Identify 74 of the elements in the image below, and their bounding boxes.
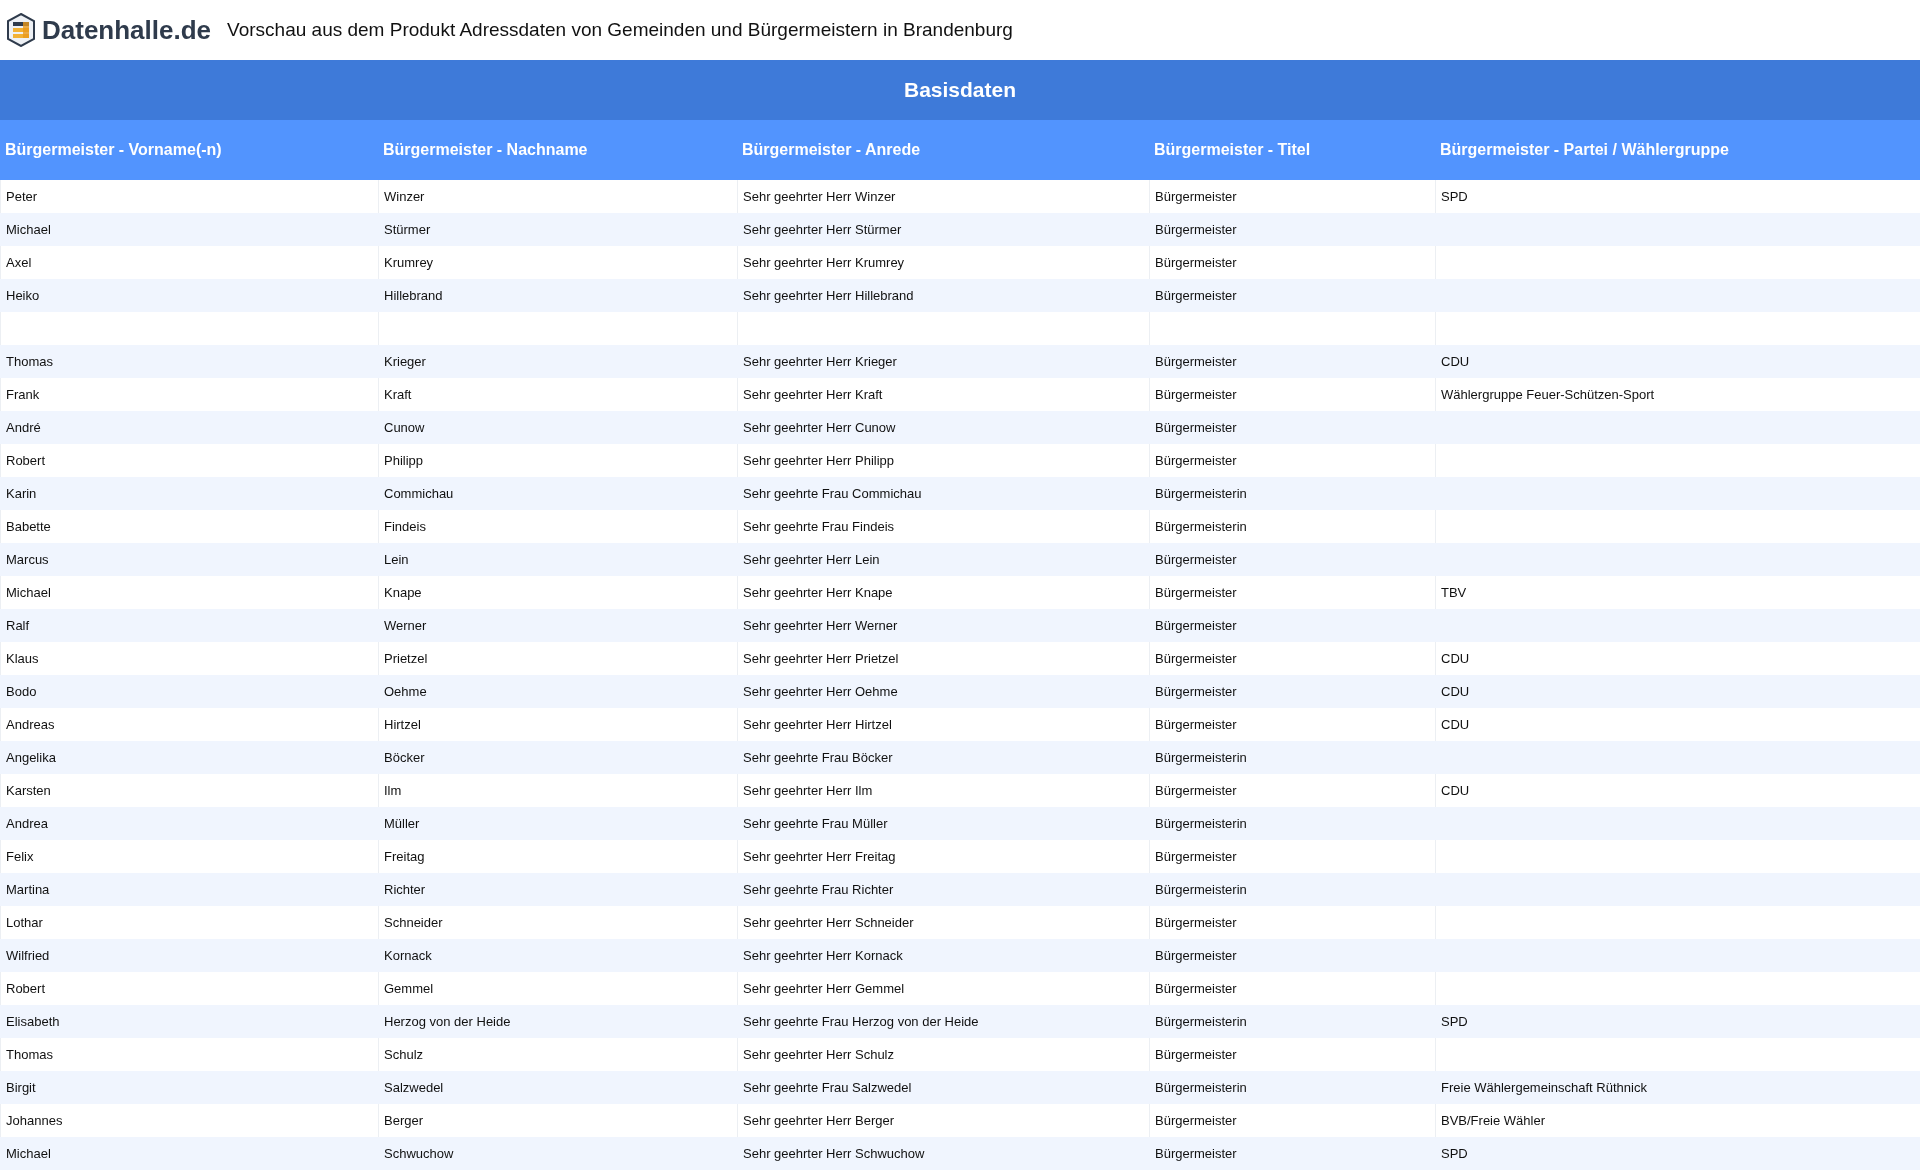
table-cell: Elisabeth (0, 1005, 378, 1038)
table-cell: Angelika (0, 741, 378, 774)
table-cell: Bürgermeister (1149, 213, 1435, 246)
table-cell: Sehr geehrter Herr Lein (737, 543, 1149, 576)
table-cell: Birgit (0, 1071, 378, 1104)
table-cell: Wilfried (0, 939, 378, 972)
server-stack-icon (6, 13, 36, 47)
table-cell: Richter (378, 873, 737, 906)
column-header: Bürgermeister - Titel (1149, 120, 1435, 180)
table-cell: Heiko (0, 279, 378, 312)
table-cell: Salzwedel (378, 1071, 737, 1104)
table-cell: Bürgermeisterin (1149, 807, 1435, 840)
column-header: Bürgermeister - Anrede (737, 120, 1149, 180)
table-cell: Bürgermeister (1149, 675, 1435, 708)
table-cell: Bürgermeister (1149, 609, 1435, 642)
table-cell: Sehr geehrter Herr Kornack (737, 939, 1149, 972)
table-cell: Bürgermeisterin (1149, 741, 1435, 774)
table-cell: Bürgermeister (1149, 939, 1435, 972)
table-cell: Michael (0, 1137, 378, 1170)
table-cell: SPD (1435, 1137, 1920, 1170)
table-cell: Sehr geehrter Herr Cunow (737, 411, 1149, 444)
table-cell: Sehr geehrter Herr Krieger (737, 345, 1149, 378)
table-cell: Sehr geehrter Herr Hillebrand (737, 279, 1149, 312)
table-cell: Sehr geehrter Herr Stürmer (737, 213, 1149, 246)
table-cell: Freie Wählergemeinschaft Rüthnick (1435, 1071, 1920, 1104)
table-cell: Bürgermeister (1149, 543, 1435, 576)
table-cell: Marcus (0, 543, 378, 576)
table-cell: Bürgermeister (1149, 345, 1435, 378)
table-cell: Schwuchow (378, 1137, 737, 1170)
table-cell: Andrea (0, 807, 378, 840)
table-cell: CDU (1435, 675, 1920, 708)
table-cell: Hillebrand (378, 279, 737, 312)
page-title: Vorschau aus dem Produkt Adressdaten von Gemeinden und Bürgermeistern in Brandenburg (227, 19, 1013, 41)
table-cell: Bürgermeisterin (1149, 1071, 1435, 1104)
table-cell: Ralf (0, 609, 378, 642)
table-cell: Sehr geehrter Herr Werner (737, 609, 1149, 642)
table-cell: Thomas (0, 345, 378, 378)
table-cell: Bürgermeisterin (1149, 477, 1435, 510)
table-cell: CDU (1435, 345, 1920, 378)
table-cell: Kornack (378, 939, 737, 972)
logo-text: Datenhalle.de (42, 14, 212, 46)
column-header: Bürgermeister - Nachname (378, 120, 737, 180)
table-cell: Krieger (378, 345, 737, 378)
table-cell: Sehr geehrte Frau Herzog von der Heide (737, 1005, 1149, 1038)
table-cell: André (0, 411, 378, 444)
table-cell: Bürgermeister (1149, 1137, 1435, 1170)
table-cell: SPD (1435, 1005, 1920, 1038)
table-cell: Sehr geehrte Frau Salzwedel (737, 1071, 1149, 1104)
table-cell: Sehr geehrter Herr Schwuchow (737, 1137, 1149, 1170)
table-cell: Oehme (378, 675, 737, 708)
table-cell: Sehr geehrter Herr Oehme (737, 675, 1149, 708)
column-header: Bürgermeister - Vorname(-n) (0, 120, 378, 180)
table-cell: Sehr geehrte Frau Commichau (737, 477, 1149, 510)
table-cell: Bürgermeisterin (1149, 873, 1435, 906)
table-cell: Commichau (378, 477, 737, 510)
table-cell: Bodo (0, 675, 378, 708)
table-cell: Cunow (378, 411, 737, 444)
table-cell: Sehr geehrte Frau Müller (737, 807, 1149, 840)
table-cell: Karin (0, 477, 378, 510)
table-cell: Sehr geehrte Frau Richter (737, 873, 1149, 906)
section-banner: Basisdaten (0, 60, 1920, 120)
column-header: Bürgermeister - Partei / Wählergruppe (1435, 120, 1920, 180)
table-cell: Martina (0, 873, 378, 906)
table-cell: Bürgermeister (1149, 279, 1435, 312)
table-cell: Herzog von der Heide (378, 1005, 737, 1038)
table-cell: Sehr geehrte Frau Böcker (737, 741, 1149, 774)
table-cell: Bürgermeisterin (1149, 1005, 1435, 1038)
table-cell: Lein (378, 543, 737, 576)
table-cell: Bürgermeister (1149, 411, 1435, 444)
table-cell: Böcker (378, 741, 737, 774)
table-cell: Müller (378, 807, 737, 840)
table-cell: Michael (0, 213, 378, 246)
table-cell: Stürmer (378, 213, 737, 246)
table-cell: Werner (378, 609, 737, 642)
